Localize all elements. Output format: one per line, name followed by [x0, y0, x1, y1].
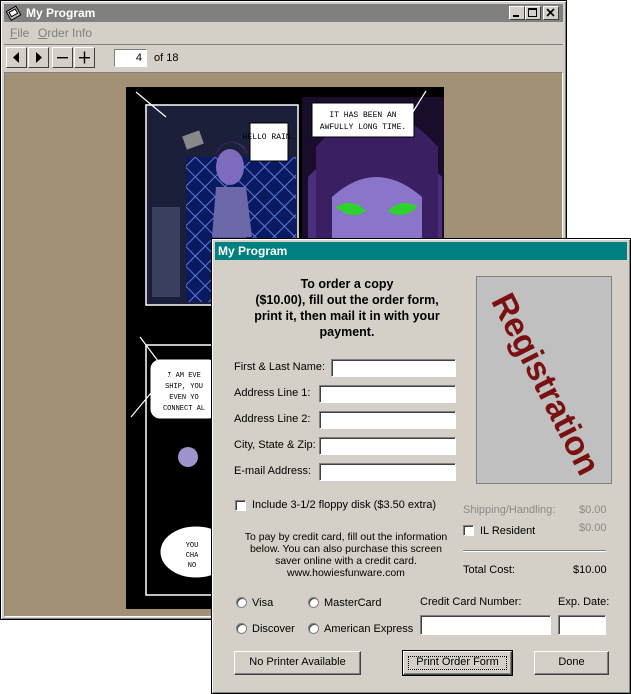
address1-label: Address Line 1: — [234, 387, 311, 399]
close-button[interactable] — [543, 6, 559, 20]
page-number-input[interactable] — [114, 49, 147, 67]
floppy-label: Include 3-1/2 floppy disk ($3.50 extra) — [252, 499, 437, 511]
exp-date-field[interactable] — [558, 615, 606, 635]
mastercard-radio[interactable] — [308, 597, 319, 608]
svg-text:EVEN YO: EVEN YO — [169, 394, 198, 402]
order-heading: To order a copy ($10.00), fill out the o… — [232, 276, 462, 340]
name-field[interactable] — [331, 359, 456, 377]
menu-order-info[interactable]: Order Info — [38, 26, 92, 40]
arrow-left-icon — [13, 52, 19, 63]
svg-text:IT HAS BEEN AN: IT HAS BEEN AN — [329, 111, 396, 120]
done-button[interactable]: Done — [534, 651, 609, 675]
page-count-label: of 18 — [154, 52, 179, 64]
city-state-zip-label: City, State & Zip: — [234, 439, 316, 451]
order-heading-line: To order a copy — [300, 277, 394, 291]
svg-text:CONNECT AL: CONNECT AL — [163, 405, 205, 413]
visa-radio[interactable] — [236, 597, 247, 608]
close-icon — [546, 8, 555, 17]
menubar: File Order Info — [4, 23, 563, 42]
prev-page-button[interactable] — [6, 47, 27, 68]
info-line: To pay by credit card, fill out the info… — [244, 531, 448, 543]
order-heading-line: payment. — [319, 325, 375, 339]
shipping-value: $0.00 — [579, 504, 607, 516]
info-line: www.howiesfunware.com — [287, 567, 405, 579]
order-heading-line: ($10.00), fill out the order form, — [255, 293, 439, 307]
info-line: below. You can also purchase this screen — [249, 543, 443, 555]
total-label: Total Cost: — [463, 564, 515, 576]
total-separator — [463, 550, 606, 552]
order-heading-line: print it, then mail it in with your — [254, 309, 440, 323]
exp-date-label: Exp. Date: — [558, 596, 610, 608]
discover-label: Discover — [252, 623, 295, 635]
il-tax-value: $0.00 — [579, 522, 607, 534]
registration-watermark: Registration — [483, 287, 608, 482]
svg-text:NO: NO — [188, 562, 196, 570]
order-dialog: My Program To order a copy ($10.00), fil… — [211, 238, 631, 694]
total-value: $10.00 — [573, 564, 607, 576]
mastercard-label: MasterCard — [324, 597, 382, 609]
svg-text:I AM EVE: I AM EVE — [167, 372, 201, 380]
amex-radio[interactable] — [308, 623, 319, 634]
address1-field[interactable] — [319, 385, 456, 403]
dialog-title: My Program — [218, 244, 288, 258]
minus-icon — [57, 57, 68, 59]
visa-label: Visa — [252, 597, 274, 609]
city-state-zip-field[interactable] — [319, 437, 456, 455]
menu-file[interactable]: File — [10, 26, 29, 40]
shipping-label: Shipping/Handling: — [463, 504, 556, 516]
main-titlebar[interactable]: My Program — [4, 4, 563, 22]
focus-rectangle — [408, 656, 507, 670]
svg-text:SHIP, YOU: SHIP, YOU — [165, 383, 203, 391]
amex-label: American Express — [324, 623, 414, 635]
cc-number-label: Credit Card Number: — [420, 596, 522, 608]
info-line: saver online with a credit card. — [275, 555, 417, 567]
discover-radio[interactable] — [236, 623, 247, 634]
arrow-right-icon — [36, 52, 42, 63]
main-window-title: My Program — [26, 6, 96, 20]
svg-text:CHA: CHA — [186, 552, 199, 560]
maximize-icon — [528, 8, 537, 17]
next-page-button[interactable] — [28, 47, 49, 68]
svg-text:YOU: YOU — [186, 542, 199, 550]
zoom-out-button[interactable] — [52, 47, 73, 68]
email-label: E-mail Address: — [234, 465, 312, 477]
name-label: First & Last Name: — [234, 361, 326, 373]
address2-label: Address Line 2: — [234, 413, 311, 425]
maximize-button[interactable] — [525, 6, 541, 20]
il-resident-label: IL Resident — [480, 525, 536, 537]
dialog-titlebar[interactable]: My Program — [215, 242, 627, 260]
svg-text:AWFULLY LONG TIME.: AWFULLY LONG TIME. — [320, 123, 406, 132]
registration-image: Registration — [476, 276, 612, 484]
credit-card-info: To pay by credit card, fill out the info… — [240, 531, 452, 579]
address2-field[interactable] — [319, 411, 456, 429]
minimize-icon — [513, 15, 519, 17]
bubble-hello: HELLO RAIN. — [243, 133, 296, 142]
app-icon — [6, 5, 22, 21]
email-field[interactable] — [319, 463, 456, 481]
minimize-button[interactable] — [509, 6, 525, 20]
il-resident-checkbox[interactable] — [463, 525, 474, 536]
toolbar: of 18 — [4, 44, 563, 73]
cc-number-field[interactable] — [420, 615, 551, 635]
no-printer-button[interactable]: No Printer Available — [234, 651, 361, 675]
print-order-form-button[interactable]: Print Order Form — [402, 650, 513, 676]
zoom-in-button[interactable] — [74, 47, 95, 68]
floppy-checkbox[interactable] — [235, 500, 246, 511]
plus-icon — [79, 51, 90, 64]
